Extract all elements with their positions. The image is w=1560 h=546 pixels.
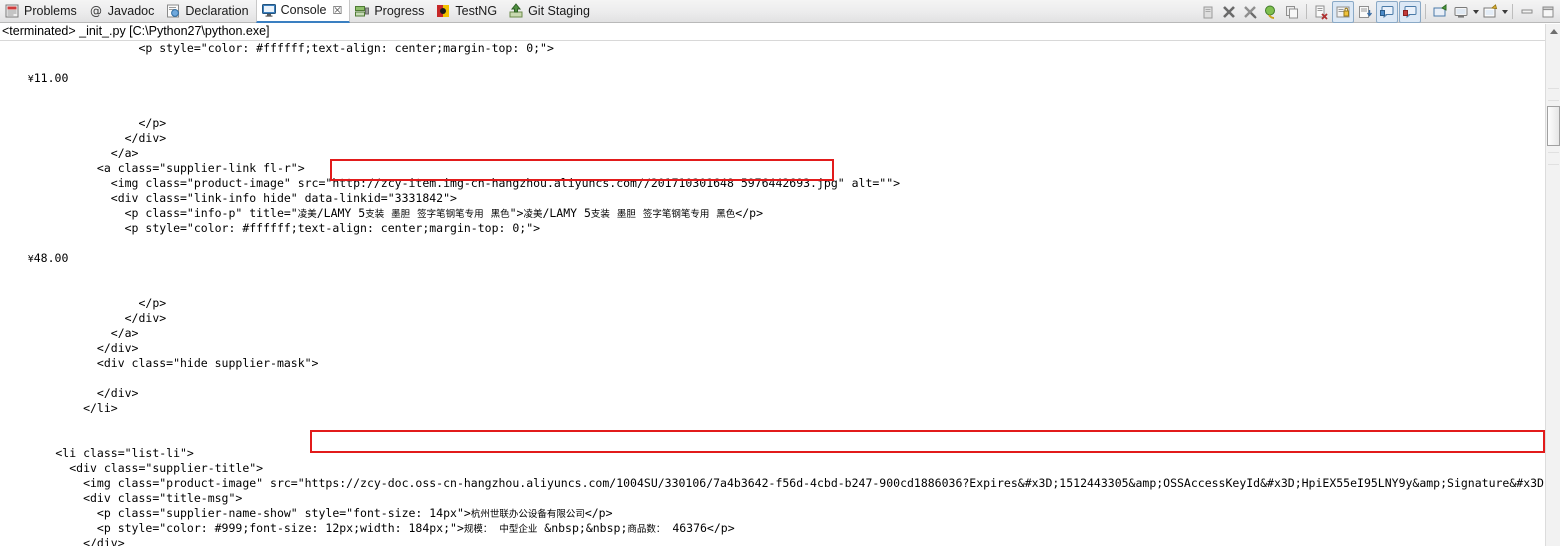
console-line: <div class="title-msg">	[0, 491, 243, 505]
tab-problems[interactable]: Problems	[0, 0, 84, 23]
console-line: </a>	[0, 146, 139, 160]
tab-declaration[interactable]: Declaration	[161, 0, 255, 23]
scrollbar-thumb[interactable]	[1547, 106, 1560, 146]
console-line: </div>	[0, 536, 125, 546]
scroll-lock-icon[interactable]	[1332, 0, 1354, 23]
console-line: <p class="info-p" title="凌美/LAMY 5支装 墨胆 …	[0, 206, 763, 220]
vertical-scrollbar[interactable]	[1545, 24, 1560, 546]
console-view-window: Problems @ Javadoc Declaration Console ☒…	[0, 0, 1560, 546]
tab-label: Javadoc	[107, 4, 155, 18]
minimize-icon[interactable]	[1517, 2, 1537, 22]
console-line: </div>	[0, 311, 167, 325]
scroll-up-arrow[interactable]	[1546, 24, 1560, 38]
console-line: </div>	[0, 131, 167, 145]
console-line: </p>	[0, 116, 167, 130]
console-line: </div>	[0, 386, 139, 400]
view-tab-bar: Problems @ Javadoc Declaration Console ☒…	[0, 0, 1560, 23]
console-line: ¥48.00	[27, 251, 69, 265]
svg-text:@: @	[90, 4, 102, 18]
console-line: <p class="supplier-name-show" style="fon…	[0, 506, 613, 520]
testng-icon	[435, 3, 451, 19]
console-toolbar	[1198, 0, 1558, 23]
tab-label: Problems	[24, 4, 77, 18]
tab-label: Declaration	[185, 4, 249, 18]
console-line: <p style="color: #ffffff;text-align: cen…	[0, 221, 541, 235]
git-staging-icon	[508, 3, 524, 19]
tab-progress[interactable]: Progress	[350, 0, 431, 23]
tab-list: Problems @ Javadoc Declaration Console ☒…	[0, 0, 597, 23]
toolbar-separator	[1425, 4, 1426, 19]
show-console-stderr-icon[interactable]	[1399, 0, 1421, 23]
process-status-line: <terminated> _init_.py [C:\Python27\pyth…	[0, 23, 1560, 41]
pin-console-icon[interactable]	[1430, 2, 1450, 22]
console-line: </p>	[0, 296, 167, 310]
console-line: ¥11.00	[27, 71, 69, 85]
word-wrap-icon[interactable]	[1355, 2, 1375, 22]
javadoc-icon: @	[88, 3, 104, 19]
console-line: <div class="hide supplier-mask">	[0, 356, 319, 370]
console-line: <p style="color: #ffffff;text-align: cen…	[0, 41, 554, 55]
console-icon	[261, 2, 277, 18]
console-line: <p style="color: #999;font-size: 12px;wi…	[0, 521, 735, 535]
tab-label: TestNG	[455, 4, 498, 18]
tab-label: Console	[280, 3, 327, 17]
console-line: <div class="supplier-title">	[0, 461, 264, 475]
tab-git-staging[interactable]: Git Staging	[504, 0, 597, 23]
terminate-disconnect-icon[interactable]	[1261, 2, 1281, 22]
clear-console-icon[interactable]	[1311, 2, 1331, 22]
declaration-icon	[165, 3, 181, 19]
console-line: <img class="product-image" src="http://z…	[0, 176, 901, 190]
toolbar-separator	[1512, 4, 1513, 19]
maximize-icon[interactable]	[1538, 2, 1558, 22]
terminate-all-icon[interactable]	[1240, 2, 1260, 22]
console-text: <p style="color: #ffffff;text-align: cen…	[0, 41, 1545, 546]
tab-javadoc[interactable]: @ Javadoc	[84, 0, 162, 23]
console-line: <div class="link-info hide" data-linkid=…	[0, 191, 457, 205]
tab-testng[interactable]: TestNG	[431, 0, 504, 23]
chevron-down-icon[interactable]	[1502, 9, 1508, 14]
display-selected-console-icon[interactable]	[1451, 2, 1471, 22]
console-line: <a class="supplier-link fl-r">	[0, 161, 305, 175]
console-output-area[interactable]: <p style="color: #ffffff;text-align: cen…	[0, 41, 1545, 546]
open-console-icon[interactable]	[1480, 2, 1500, 22]
toolbar-separator	[1306, 4, 1307, 19]
chevron-down-icon[interactable]	[1473, 9, 1479, 14]
tab-label: Git Staging	[528, 4, 590, 18]
problems-icon	[4, 3, 20, 19]
progress-icon	[354, 3, 370, 19]
console-line: <li class="list-li">	[0, 446, 194, 460]
console-line: <img class="product-image" src="https://…	[0, 476, 1545, 490]
close-icon[interactable]: ☒	[332, 4, 342, 17]
remove-launch-icon[interactable]	[1198, 2, 1218, 22]
copy-icon[interactable]	[1282, 2, 1302, 22]
remove-all-terminated-icon[interactable]	[1219, 2, 1239, 22]
tab-label: Progress	[374, 4, 425, 18]
show-console-stdout-icon[interactable]	[1376, 0, 1398, 23]
console-line: </a>	[0, 326, 139, 340]
tab-console[interactable]: Console ☒	[255, 0, 351, 23]
console-line: </div>	[0, 341, 139, 355]
console-line: </li>	[0, 401, 118, 415]
